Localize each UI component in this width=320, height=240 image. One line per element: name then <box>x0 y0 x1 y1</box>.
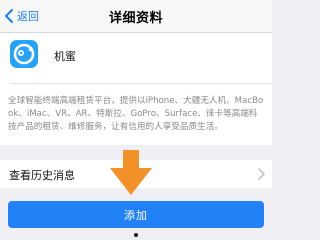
history-messages-label: 查看历史消息 <box>9 169 75 182</box>
nav-bar: 返回 详细资料 <box>0 0 272 33</box>
owl-logo-icon <box>10 40 38 68</box>
down-arrow-icon <box>110 150 152 195</box>
add-button[interactable]: 添加 <box>8 201 264 228</box>
home-indicator <box>134 233 138 237</box>
chevron-right-icon <box>258 168 265 180</box>
divider <box>10 83 272 84</box>
app-info-card: 机蜜 全球智能终端高端租赁平台，提供以iPhone、大疆无人机、MacBook、… <box>0 33 272 145</box>
page-title: 详细资料 <box>108 11 163 26</box>
app-name: 机蜜 <box>54 50 76 63</box>
app-description: 全球智能终端高端租赁平台，提供以iPhone、大疆无人机、MacBook、iMa… <box>8 96 264 132</box>
